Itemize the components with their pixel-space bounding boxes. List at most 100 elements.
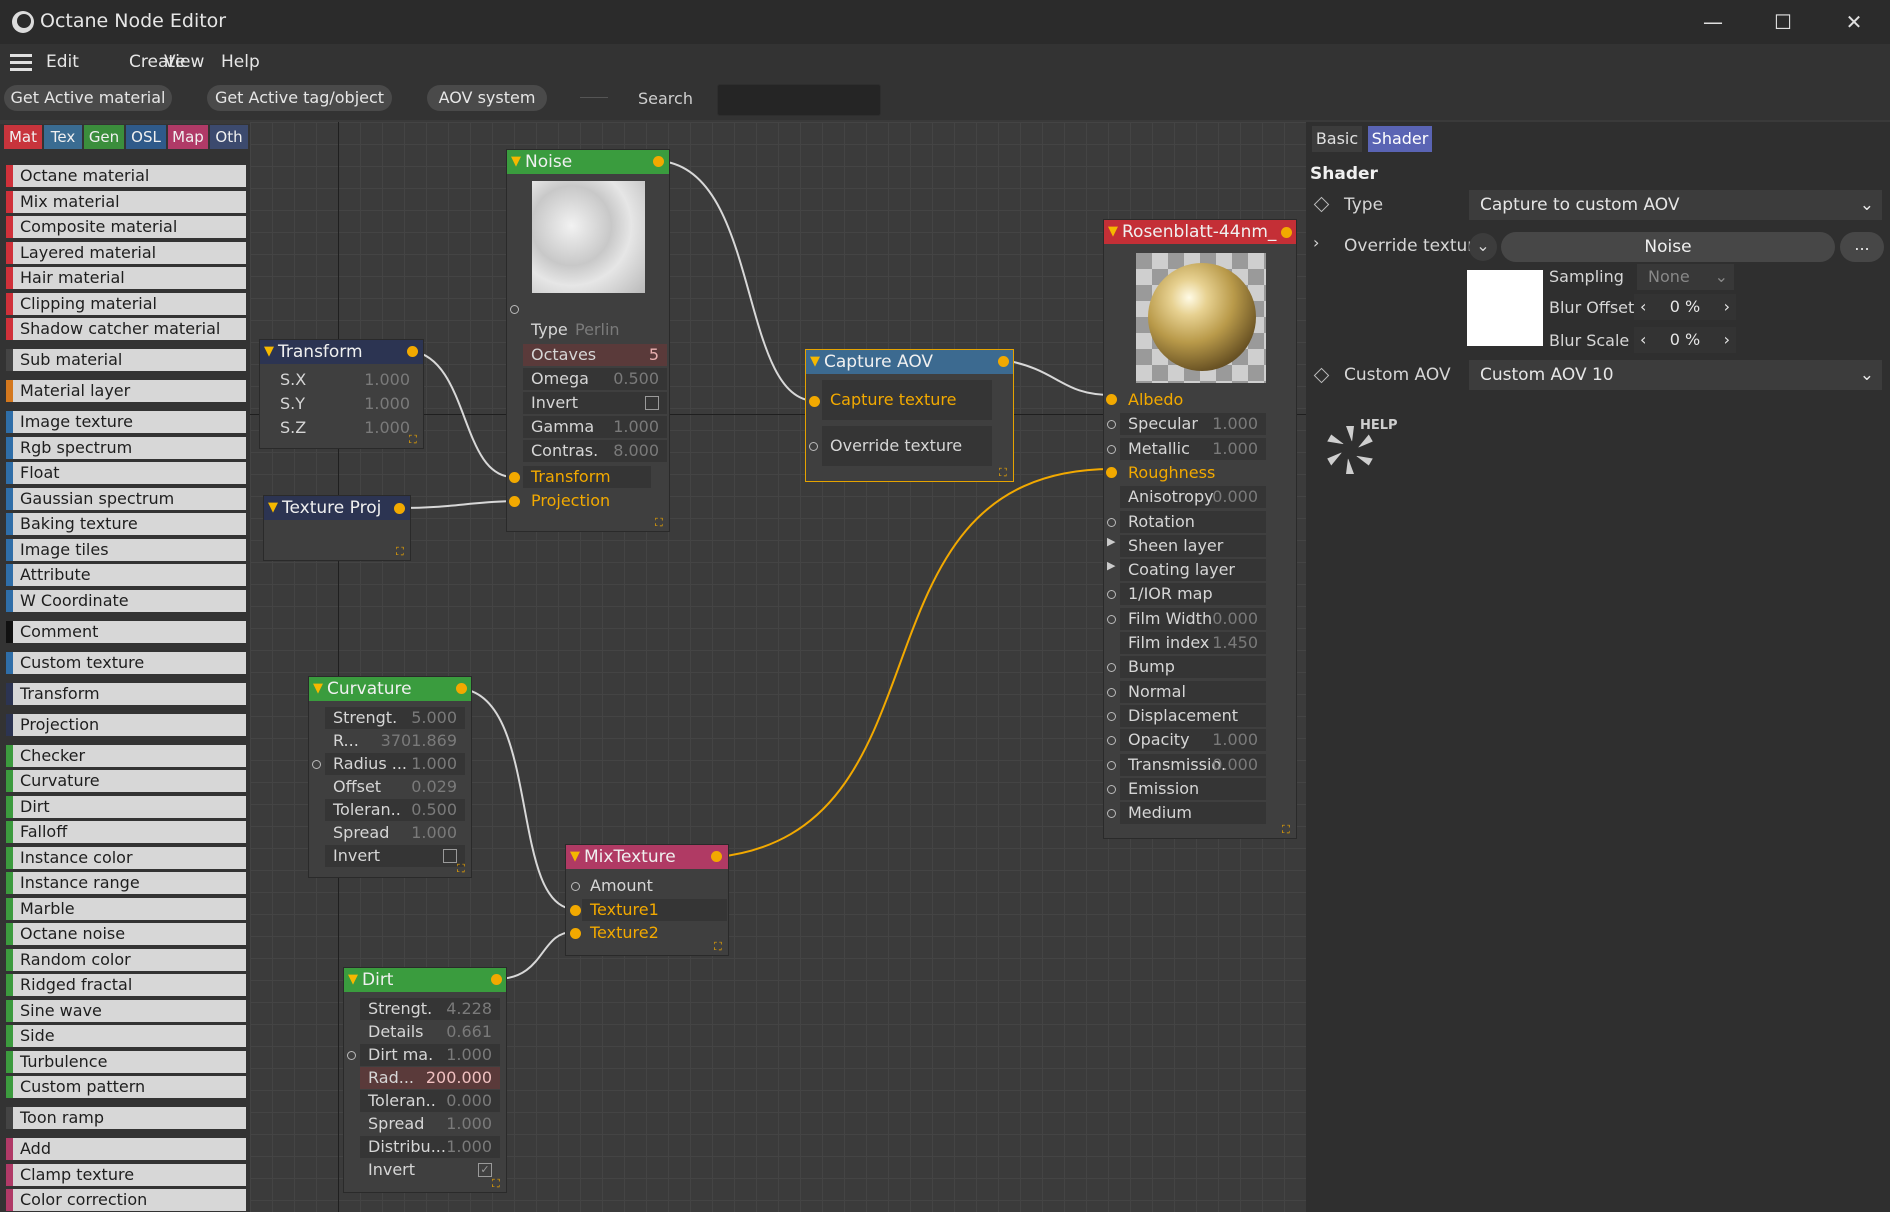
texture-proj-output-port[interactable] bbox=[394, 503, 405, 514]
input-port[interactable] bbox=[1107, 687, 1116, 697]
resize-handle-icon[interactable]: ⛶ bbox=[457, 863, 469, 875]
capture-aov-node[interactable]: ▼ Capture AOV Capture texture Override te… bbox=[805, 349, 1014, 482]
noise-omega-row[interactable]: Omega 0.500 bbox=[523, 368, 667, 390]
input-port[interactable] bbox=[1107, 614, 1116, 624]
node-list-item[interactable]: Image tiles bbox=[6, 538, 246, 561]
expand-arrow-icon[interactable]: ▶ bbox=[1107, 535, 1115, 548]
dirt-node[interactable]: ▼ Dirt Strengt. 4.228 Details 0.661 Dirt ma. 1… bbox=[343, 967, 507, 1193]
noise-contrast-row[interactable]: Contras. 8.000 bbox=[523, 440, 667, 462]
node-list-item[interactable]: Octane noise bbox=[6, 923, 246, 945]
node-list-item[interactable]: Turbulence bbox=[6, 1050, 246, 1073]
sampling-select[interactable]: None ⌄ bbox=[1637, 264, 1734, 290]
noise-input-port[interactable] bbox=[510, 305, 519, 314]
help-button[interactable]: HELP bbox=[1322, 418, 1398, 478]
material-input-row[interactable]: Opacity 1.000 bbox=[1120, 729, 1266, 752]
node-list-item[interactable]: Side bbox=[6, 1025, 246, 1047]
blur-scale-field[interactable]: ‹ 0 % › bbox=[1634, 327, 1736, 353]
rosenblatt-node-header[interactable]: ▼ Rosenblatt-44nm_ bbox=[1104, 220, 1296, 244]
curvature-param-row[interactable]: Radius ... 1.000 bbox=[325, 753, 465, 775]
invert-checkbox[interactable]: ✓ bbox=[478, 1163, 492, 1177]
material-input-row[interactable]: Roughness bbox=[1120, 462, 1266, 484]
mixtexture-node[interactable]: ▼ MixTexture Amount Texture1 Texture2 ⛶ bbox=[565, 844, 729, 956]
input-port[interactable] bbox=[1107, 420, 1116, 430]
curvature-output-port[interactable] bbox=[456, 683, 467, 694]
tab-shader[interactable]: Shader bbox=[1368, 126, 1432, 152]
transform-row-sy[interactable]: S.Y 1.000 bbox=[268, 393, 418, 415]
noise-octaves-row[interactable]: Octaves 5 bbox=[523, 344, 667, 366]
node-list-item[interactable]: Marble bbox=[6, 897, 246, 920]
noise-gamma-row[interactable]: Gamma 1.000 bbox=[523, 416, 667, 438]
material-input-row[interactable]: Rotation bbox=[1120, 510, 1266, 533]
material-input-row[interactable]: Albedo bbox=[1120, 389, 1266, 411]
category-tab-mat[interactable]: Mat bbox=[4, 125, 42, 149]
rosenblatt-output-port[interactable] bbox=[1281, 227, 1292, 238]
texture-proj-node[interactable]: ▼ Texture Proj ⛶ bbox=[263, 495, 411, 561]
material-input-row[interactable]: Anisotropy 0.000 bbox=[1120, 486, 1266, 509]
override-texture-input[interactable]: Override texture bbox=[822, 426, 992, 466]
invert-checkbox[interactable] bbox=[645, 396, 659, 410]
dirt-param-row[interactable]: Rad... 200.000 bbox=[360, 1067, 500, 1089]
node-list-item[interactable]: Dirt bbox=[6, 795, 246, 818]
input-port[interactable] bbox=[1107, 784, 1116, 794]
node-list-item[interactable]: Gaussian spectrum bbox=[6, 487, 246, 510]
dirt-param-row[interactable]: Invert ✓ bbox=[360, 1159, 500, 1181]
texture-proj-node-header[interactable]: ▼ Texture Proj bbox=[264, 496, 410, 520]
curvature-param-row[interactable]: Invert bbox=[325, 845, 465, 867]
category-tab-osl[interactable]: OSL bbox=[126, 125, 166, 149]
node-list-item[interactable]: Projection bbox=[6, 713, 246, 736]
node-list-item[interactable]: Clipping material bbox=[6, 292, 246, 315]
noise-projection-input-port[interactable] bbox=[509, 496, 520, 507]
material-input-row[interactable]: Emission bbox=[1120, 777, 1266, 800]
node-list-item[interactable]: Hair material bbox=[6, 267, 246, 289]
resize-handle-icon[interactable]: ⛶ bbox=[396, 546, 408, 558]
resize-handle-icon[interactable]: ⛶ bbox=[655, 517, 667, 529]
texture2-input-port[interactable] bbox=[570, 928, 581, 939]
dirt-param-row[interactable]: Details 0.661 bbox=[360, 1021, 500, 1043]
node-list-item[interactable]: Instance color bbox=[6, 846, 246, 869]
menu-help[interactable]: Help bbox=[221, 52, 260, 72]
curvature-node-header[interactable]: ▼ Curvature bbox=[309, 677, 471, 701]
chevron-right-icon[interactable]: › bbox=[1313, 233, 1319, 252]
node-list-item[interactable]: Instance range bbox=[6, 872, 246, 894]
node-list-item[interactable]: Sub material bbox=[6, 349, 246, 371]
capture-texture-input-port[interactable] bbox=[809, 396, 820, 407]
material-input-row[interactable]: Bump bbox=[1120, 656, 1266, 679]
node-list-item[interactable]: Transform bbox=[6, 682, 246, 705]
transform-row-sx[interactable]: S.X 1.000 bbox=[268, 369, 418, 391]
node-list-item[interactable]: Attribute bbox=[6, 564, 246, 586]
node-list-item[interactable]: Color correction bbox=[6, 1189, 246, 1211]
menu-edit[interactable]: Edit bbox=[46, 52, 79, 72]
category-tab-map[interactable]: Map bbox=[168, 125, 208, 149]
override-texture-field[interactable]: Noise bbox=[1501, 232, 1835, 262]
node-list-item[interactable]: Image texture bbox=[6, 411, 246, 433]
input-port[interactable] bbox=[1107, 809, 1116, 819]
dirt-param-row[interactable]: Distribu... 1.000 bbox=[360, 1136, 500, 1158]
decrement-icon[interactable]: ‹ bbox=[1640, 327, 1646, 353]
input-port[interactable] bbox=[1107, 517, 1116, 527]
dirt-param-row[interactable]: Dirt ma. 1.000 bbox=[360, 1044, 500, 1066]
resize-handle-icon[interactable]: ⛶ bbox=[714, 941, 726, 953]
maximize-button[interactable]: ☐ bbox=[1763, 8, 1803, 36]
input-port[interactable] bbox=[1107, 711, 1116, 721]
node-list-item[interactable]: Shadow catcher material bbox=[6, 318, 246, 340]
node-list-item[interactable]: Composite material bbox=[6, 216, 246, 238]
transform-node-header[interactable]: ▼ Transform bbox=[260, 340, 423, 364]
dirt-input-port[interactable] bbox=[347, 1051, 356, 1060]
increment-icon[interactable]: › bbox=[1724, 294, 1730, 320]
noise-transform-input[interactable]: Transform bbox=[523, 466, 651, 488]
resize-handle-icon[interactable]: ⛶ bbox=[999, 467, 1011, 479]
node-list-item[interactable]: Ridged fractal bbox=[6, 974, 246, 996]
resize-handle-icon[interactable]: ⛶ bbox=[409, 434, 421, 446]
get-active-tag-button[interactable]: Get Active tag/object bbox=[207, 85, 392, 111]
curvature-param-row[interactable]: Spread 1.000 bbox=[325, 822, 465, 844]
dirt-node-header[interactable]: ▼ Dirt bbox=[344, 968, 506, 992]
input-port[interactable] bbox=[1107, 444, 1116, 454]
material-input-row[interactable]: Film index 1.450 bbox=[1120, 632, 1266, 654]
minimize-button[interactable]: — bbox=[1693, 8, 1733, 36]
node-list-item[interactable]: Falloff bbox=[6, 821, 246, 843]
node-list-item[interactable]: Clamp texture bbox=[6, 1163, 246, 1186]
mix-amount-row[interactable]: Amount bbox=[582, 875, 727, 897]
capture-aov-node-header[interactable]: ▼ Capture AOV bbox=[806, 350, 1013, 374]
transform-output-port[interactable] bbox=[407, 346, 418, 357]
dirt-param-row[interactable]: Spread 1.000 bbox=[360, 1113, 500, 1135]
